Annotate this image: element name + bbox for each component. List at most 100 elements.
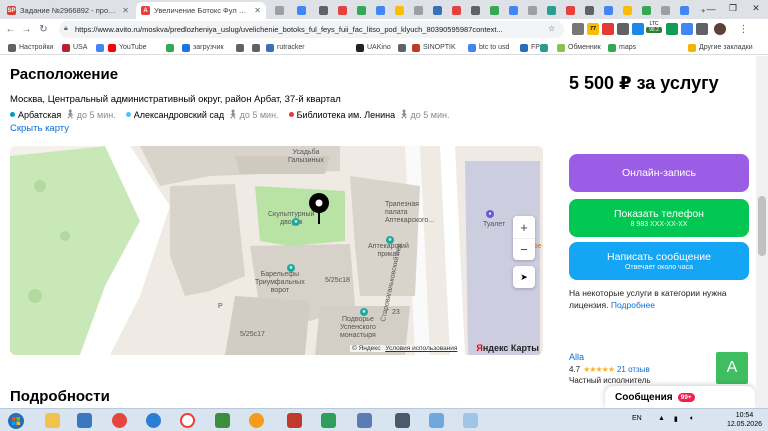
start-button[interactable] (4, 411, 28, 430)
taskbar-app[interactable] (458, 411, 482, 430)
lock-icon[interactable]: 🔒︎ (64, 25, 68, 33)
avatar[interactable]: A (716, 352, 748, 384)
tab-pinned[interactable] (390, 2, 408, 19)
bookmark-item[interactable]: maps (608, 41, 636, 54)
taskbar-app-chrome[interactable] (107, 411, 131, 430)
tab-pinned[interactable] (409, 2, 427, 19)
extension-icon[interactable] (602, 23, 614, 35)
page-scrollbar[interactable] (756, 56, 768, 408)
map-label-tualet[interactable]: Туалет (483, 221, 505, 229)
taskbar-app-ww[interactable] (72, 411, 96, 430)
back-arrow-icon[interactable]: ← (4, 23, 17, 36)
clock[interactable]: 10:54 12.05.2026 (727, 411, 762, 429)
poi-icon[interactable]: ★ (287, 264, 295, 272)
extension-icon[interactable] (681, 23, 693, 35)
menu-dots-icon[interactable]: ⋮ (737, 23, 750, 36)
tab-pinned[interactable] (371, 2, 389, 19)
tab-pinned-2[interactable] (292, 2, 312, 19)
bookmark-item[interactable]: btc to usd (468, 41, 509, 54)
toilet-icon[interactable]: ● (486, 210, 494, 218)
zoom-out-button[interactable]: − (513, 238, 535, 260)
puzzle-icon[interactable] (696, 23, 708, 35)
taskbar-app[interactable] (352, 411, 376, 430)
bookmark-item[interactable]: Другие закладки (688, 41, 753, 54)
close-window-button[interactable]: ✕ (745, 0, 767, 17)
bookmark-item[interactable] (540, 41, 551, 54)
locate-button[interactable]: ➤ (513, 266, 535, 288)
address-bar[interactable]: 🔒︎ https://www.avito.ru/moskva/predlozhe… (59, 21, 564, 38)
taskbar-app[interactable] (316, 411, 340, 430)
bookmark-item[interactable] (166, 41, 177, 54)
bookmark-item[interactable]: rutracker (266, 41, 305, 54)
network-icon[interactable]: ▮ (674, 415, 678, 423)
tab-pinned[interactable] (352, 2, 370, 19)
tab-pinned[interactable] (637, 2, 655, 19)
bookmark-item[interactable] (252, 41, 263, 54)
tab-pinned[interactable] (656, 2, 674, 19)
map-label-barelefy[interactable]: Барельефы Триумфальных ворот (255, 271, 305, 295)
bookmark-item[interactable]: Обменник (557, 41, 601, 54)
poi-icon[interactable]: ★ (292, 218, 300, 226)
tab-pinned[interactable] (466, 2, 484, 19)
taskbar-app[interactable] (424, 411, 448, 430)
license-more-link[interactable]: Подробнее (611, 300, 655, 310)
tab-pinned[interactable] (523, 2, 541, 19)
volume-icon[interactable]: 🔈︎ (690, 415, 694, 423)
bookmark-item[interactable] (398, 41, 409, 54)
taskbar-app-yandex[interactable] (175, 411, 199, 430)
bookmark-item[interactable]: FP (520, 41, 540, 54)
zoom-in-button[interactable]: + (513, 216, 535, 238)
avatar[interactable] (714, 23, 726, 35)
seller-name-link[interactable]: Alla (569, 352, 584, 362)
taskbar-app[interactable] (210, 411, 234, 430)
bookmark-item[interactable] (96, 41, 107, 54)
taskbar-app-explorer[interactable] (40, 411, 64, 430)
tab-zadanie[interactable]: SP Задание №2966892 - просмотр з ✕ (2, 2, 134, 19)
forward-arrow-icon[interactable]: → (20, 23, 33, 36)
star-icon[interactable]: ☆ (548, 24, 555, 33)
write-message-button[interactable]: Написать сообщение Отвечает около часа (569, 242, 749, 280)
taskbar-app-media[interactable] (244, 411, 268, 430)
ltc-ticker-icon[interactable]: LTC 98.2 (646, 21, 662, 38)
tab-pinned[interactable] (485, 2, 503, 19)
tab-pinned[interactable] (447, 2, 465, 19)
messages-widget[interactable]: Сообщения 99+ (605, 386, 755, 408)
hide-map-link[interactable]: Скрыть карту (10, 123, 69, 134)
close-icon[interactable]: ✕ (122, 6, 129, 15)
language-indicator[interactable]: EN (632, 415, 642, 422)
reviews-link[interactable]: 21 отзыв (617, 365, 650, 374)
tab-pinned[interactable] (542, 2, 560, 19)
extension-icon[interactable] (632, 23, 644, 35)
bookmark-item[interactable]: YouTube (108, 41, 147, 54)
book-online-button[interactable]: Онлайн-запись (569, 154, 749, 192)
tab-pinned[interactable] (599, 2, 617, 19)
bookmark-item[interactable]: UAKino (356, 41, 391, 54)
tab-pinned[interactable] (428, 2, 446, 19)
tray-arrow-icon[interactable]: ▲ (658, 415, 665, 422)
reload-icon[interactable]: ↻ (37, 23, 50, 36)
tab-pinned[interactable] (618, 2, 636, 19)
tab-pinned-1[interactable] (270, 2, 290, 19)
map-label-podvorie[interactable]: Подворье Успенского монастыря (340, 316, 376, 340)
extension-badge-icon[interactable]: 77 (587, 23, 599, 35)
tab-pinned[interactable] (580, 2, 598, 19)
extension-icon[interactable] (617, 23, 629, 35)
show-phone-button[interactable]: Показать телефон 8 983 XXX-XX-XX (569, 199, 749, 237)
scrollbar-thumb[interactable] (758, 196, 766, 256)
extension-icon[interactable] (572, 23, 584, 35)
taskbar-app-64[interactable] (282, 411, 306, 430)
tab-pinned[interactable] (333, 2, 351, 19)
bookmark-item[interactable]: Настройки (8, 41, 53, 54)
tab-pinned[interactable] (675, 2, 693, 19)
minimize-button[interactable]: — (700, 0, 722, 17)
extension-icon[interactable] (666, 23, 678, 35)
yandex-maps-logo[interactable]: Яндекс Карты (476, 343, 539, 353)
taskbar-app-ie[interactable] (141, 411, 165, 430)
yandex-map[interactable]: УсадьбаГалызиных Скульптурныйдворик Трап… (10, 146, 543, 355)
map-terms-link[interactable]: Условия использования (385, 345, 457, 352)
bookmark-item[interactable] (236, 41, 247, 54)
bookmark-item[interactable]: USA (62, 41, 87, 54)
taskbar-app[interactable] (390, 411, 414, 430)
tab-pinned[interactable] (314, 2, 332, 19)
tab-pinned[interactable] (561, 2, 579, 19)
